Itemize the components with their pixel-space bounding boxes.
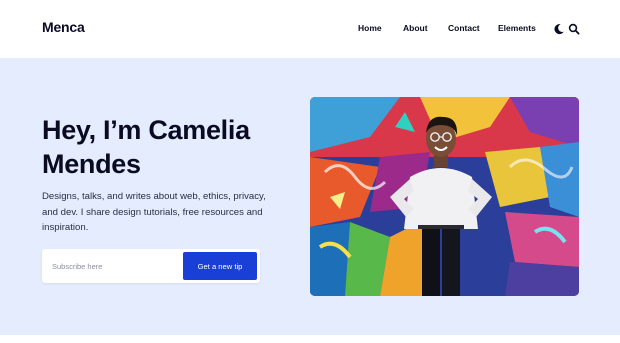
subscribe-input[interactable] xyxy=(42,249,182,283)
get-tip-button[interactable]: Get a new tip xyxy=(183,252,257,280)
hero-description: Designs, talks, and writes about web, et… xyxy=(42,191,266,233)
search-icon[interactable] xyxy=(568,22,580,35)
hero-section: Hey, I’m Camelia Mendes Designs, talks, … xyxy=(0,58,620,335)
logo[interactable]: Menca xyxy=(42,19,85,35)
footer-strip xyxy=(0,335,620,343)
hero-headline: Hey, I’m Camelia Mendes xyxy=(42,113,282,181)
headline-line-2: Mendes xyxy=(42,149,141,179)
nav-about[interactable]: About xyxy=(403,23,428,33)
nav-elements[interactable]: Elements xyxy=(498,23,536,33)
nav-home[interactable]: Home xyxy=(358,23,382,33)
headline-line-1: Hey, I’m Camelia xyxy=(42,115,250,145)
portrait-image xyxy=(310,97,579,296)
nav-contact[interactable]: Contact xyxy=(448,23,480,33)
moon-icon[interactable] xyxy=(553,22,565,35)
site-header: Menca Home About Contact Elements xyxy=(0,0,620,58)
hero-photo xyxy=(310,97,579,296)
subscribe-form: Get a new tip xyxy=(42,249,260,283)
